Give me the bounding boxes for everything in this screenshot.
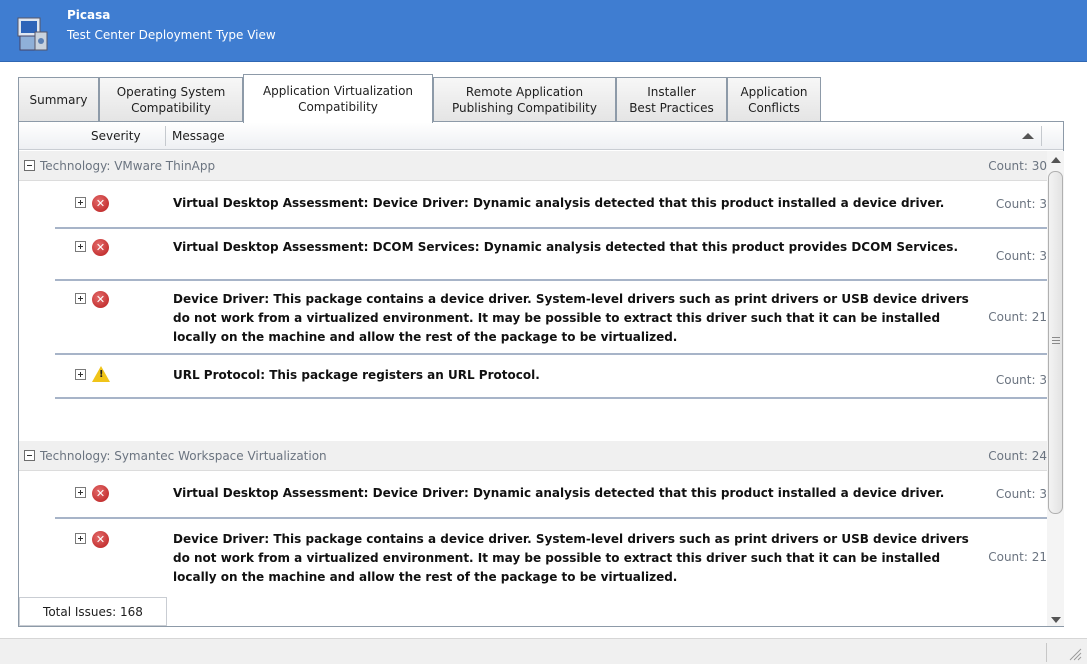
tab-installer-best-practices[interactable]: Installer Best Practices [616, 77, 727, 122]
scroll-up-icon[interactable] [1051, 157, 1061, 163]
tab-strip: Summary Operating System Compatibility A… [18, 74, 1064, 123]
group-header[interactable]: Technology: Symantec Workspace Virtualiz… [19, 441, 1047, 471]
expand-icon[interactable] [75, 197, 86, 208]
tab-remote-application-publishing-compatibility[interactable]: Remote Application Publishing Compatibil… [433, 77, 616, 122]
expand-icon[interactable] [75, 487, 86, 498]
issue-count: Count: 21 [988, 310, 1047, 324]
issue-message: Virtual Desktop Assessment: Device Drive… [173, 486, 945, 500]
tab-label: Application Virtualization Compatibility [262, 84, 414, 114]
tab-label: Operating System Compatibility [116, 85, 226, 115]
tab-label: Summary [29, 93, 88, 107]
error-icon: ✕ [92, 531, 109, 548]
group-count: Count: 24 [988, 449, 1047, 463]
scrollbar-thumb[interactable] [1048, 171, 1063, 514]
grip-icon [1052, 337, 1060, 344]
tab-summary[interactable]: Summary [18, 77, 99, 122]
tab-label: Installer Best Practices [629, 85, 714, 115]
status-divider [1046, 643, 1047, 662]
error-icon: ✕ [92, 195, 109, 212]
expand-icon[interactable] [75, 241, 86, 252]
group-label: Technology: Symantec Workspace Virtualiz… [40, 449, 327, 463]
tab-application-conflicts[interactable]: Application Conflicts [727, 77, 821, 122]
expand-icon[interactable] [75, 293, 86, 304]
error-icon: ✕ [92, 485, 109, 502]
app-package-icon [17, 17, 48, 51]
issue-count: Count: 21 [988, 550, 1047, 564]
tab-label: Remote Application Publishing Compatibil… [452, 85, 597, 115]
list-item[interactable]: ✕ Device Driver: This package contains a… [55, 519, 1047, 596]
issue-count: Count: 3 [995, 373, 1047, 387]
group-label: Technology: VMware ThinApp [40, 159, 216, 173]
issue-message: Virtual Desktop Assessment: DCOM Service… [173, 240, 959, 254]
issue-message: URL Protocol: This package registers an … [173, 368, 540, 382]
collapse-icon[interactable] [24, 450, 35, 461]
group-header[interactable]: Technology: VMware ThinApp Count: 30 [19, 151, 1047, 181]
warning-icon-mark: ! [99, 369, 104, 380]
tab-application-virtualization-compatibility[interactable]: Application Virtualization Compatibility [243, 74, 433, 123]
issue-count: Count: 3 [995, 487, 1047, 501]
error-icon: ✕ [92, 291, 109, 308]
error-icon: ✕ [92, 239, 109, 256]
list-item[interactable]: ✕ Virtual Desktop Assessment: Device Dri… [55, 181, 1047, 229]
issue-count: Count: 3 [995, 249, 1047, 263]
list-item[interactable]: ✕ Device Driver: This package contains a… [55, 281, 1047, 355]
group-count: Count: 30 [988, 159, 1047, 173]
tab-label: Application Conflicts [740, 85, 808, 115]
column-header: Severity Message [19, 122, 1063, 150]
vertical-scrollbar[interactable] [1047, 151, 1064, 626]
column-divider [1041, 126, 1042, 146]
list-item[interactable]: ✕ Virtual Desktop Assessment: DCOM Servi… [55, 229, 1047, 281]
list-item[interactable]: ✕ Virtual Desktop Assessment: Device Dri… [55, 471, 1047, 519]
severity-column-header[interactable]: Severity [91, 129, 141, 143]
issue-count: Count: 3 [995, 197, 1047, 211]
collapse-icon[interactable] [24, 160, 35, 171]
issue-message: Virtual Desktop Assessment: Device Drive… [173, 196, 945, 210]
column-divider[interactable] [165, 126, 166, 146]
view-subtitle: Test Center Deployment Type View [67, 28, 276, 42]
issue-message: Device Driver: This package contains a d… [173, 292, 969, 344]
issues-panel: Severity Message Technology: VMware Thin… [18, 121, 1064, 627]
sort-ascending-icon[interactable] [1022, 133, 1034, 139]
list-item[interactable]: ! URL Protocol: This package registers a… [55, 355, 1047, 399]
app-title: Picasa [67, 8, 111, 22]
expand-icon[interactable] [75, 369, 86, 380]
title-bar: Picasa Test Center Deployment Type View [0, 0, 1087, 62]
status-bar [0, 638, 1087, 664]
resize-grip-icon[interactable] [1066, 645, 1082, 661]
tab-operating-system-compatibility[interactable]: Operating System Compatibility [99, 77, 243, 122]
message-column-header[interactable]: Message [172, 129, 225, 143]
issues-list: Technology: VMware ThinApp Count: 30 ✕ V… [19, 151, 1047, 596]
expand-icon[interactable] [75, 533, 86, 544]
scroll-down-icon[interactable] [1051, 617, 1061, 623]
total-issues: Total Issues: 168 [19, 597, 167, 626]
issue-message: Device Driver: This package contains a d… [173, 532, 969, 584]
